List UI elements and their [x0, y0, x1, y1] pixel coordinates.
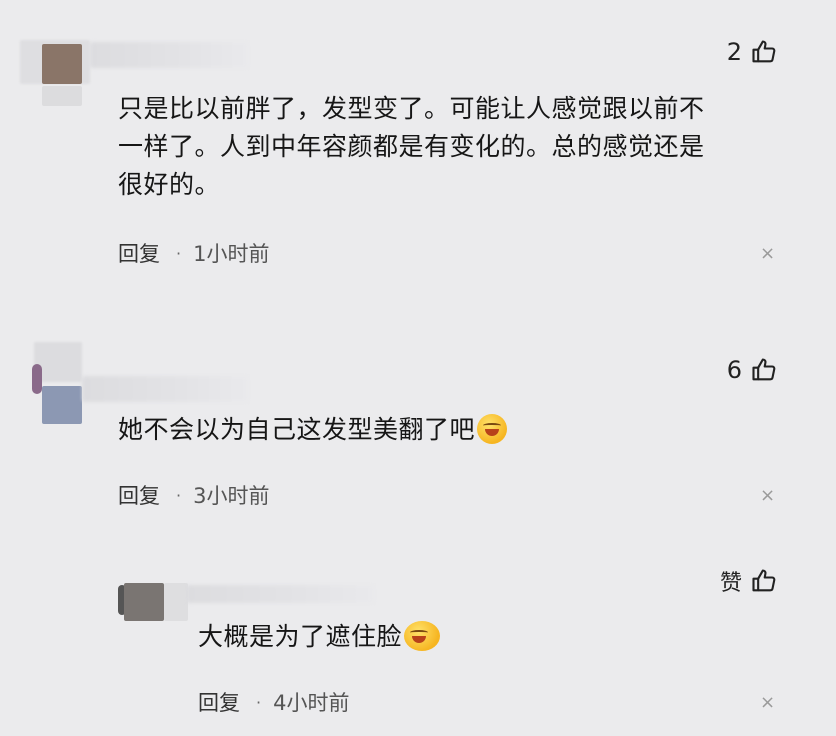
username-blurred[interactable] — [186, 585, 374, 603]
comment-meta: 回复 · 4小时前 — [198, 687, 349, 717]
avatar[interactable] — [20, 40, 90, 106]
reply-button[interactable]: 回复 — [198, 687, 240, 717]
reply-button[interactable]: 回复 — [118, 480, 160, 510]
like-button[interactable]: 6 — [727, 356, 778, 384]
close-icon[interactable]: × — [760, 692, 775, 713]
comment-text: 大概是为了遮住脸 — [198, 618, 441, 656]
like-label: 赞 — [719, 571, 742, 596]
like-button[interactable]: 赞 — [720, 565, 778, 597]
timestamp: 4小时前 — [273, 691, 350, 715]
avatar[interactable] — [30, 342, 90, 424]
like-count: 6 — [726, 356, 742, 384]
thumbs-up-icon — [750, 38, 778, 66]
reply-comment: 赞 大概是为了遮住脸 回复 · 4小时前 × — [0, 555, 836, 736]
username-blurred[interactable] — [90, 42, 248, 68]
separator-dot: · — [176, 485, 182, 505]
thumbs-up-icon — [750, 356, 778, 384]
separator-dot: · — [256, 692, 262, 712]
comment-text-body: 她不会以为自己这发型美翻了吧 — [118, 415, 476, 444]
comment-text: 她不会以为自己这发型美翻了吧 — [118, 411, 508, 449]
comment-text-line: 很好的。 — [118, 170, 221, 199]
comment-1: 2 只是比以前胖了，发型变了。可能让人感觉跟以前不 一样了。人到中年容颜都是有变… — [0, 0, 836, 300]
comment-2: 6 她不会以为自己这发型美翻了吧 回复 · 3小时前 × — [0, 330, 836, 530]
laughing-emoji-icon — [477, 414, 508, 444]
avatar[interactable] — [118, 583, 188, 623]
like-button[interactable]: 2 — [727, 38, 778, 66]
comment-text: 只是比以前胖了，发型变了。可能让人感觉跟以前不 一样了。人到中年容颜都是有变化的… — [118, 90, 705, 204]
laughing-emoji-icon — [404, 621, 441, 651]
like-count: 2 — [726, 38, 742, 66]
thumbs-up-icon — [750, 567, 778, 595]
comment-text-line: 只是比以前胖了，发型变了。可能让人感觉跟以前不 — [118, 94, 705, 123]
comment-meta: 回复 · 3小时前 — [118, 480, 269, 510]
comment-text-body: 大概是为了遮住脸 — [198, 622, 403, 651]
comment-meta: 回复 · 1小时前 — [118, 238, 269, 268]
username-blurred[interactable] — [82, 376, 248, 402]
separator-dot: · — [176, 243, 182, 263]
reply-button[interactable]: 回复 — [118, 238, 160, 268]
comment-text-line: 一样了。人到中年容颜都是有变化的。总的感觉还是 — [118, 132, 705, 161]
close-icon[interactable]: × — [760, 485, 775, 506]
timestamp: 3小时前 — [193, 484, 270, 508]
close-icon[interactable]: × — [760, 243, 775, 264]
timestamp: 1小时前 — [193, 242, 270, 266]
